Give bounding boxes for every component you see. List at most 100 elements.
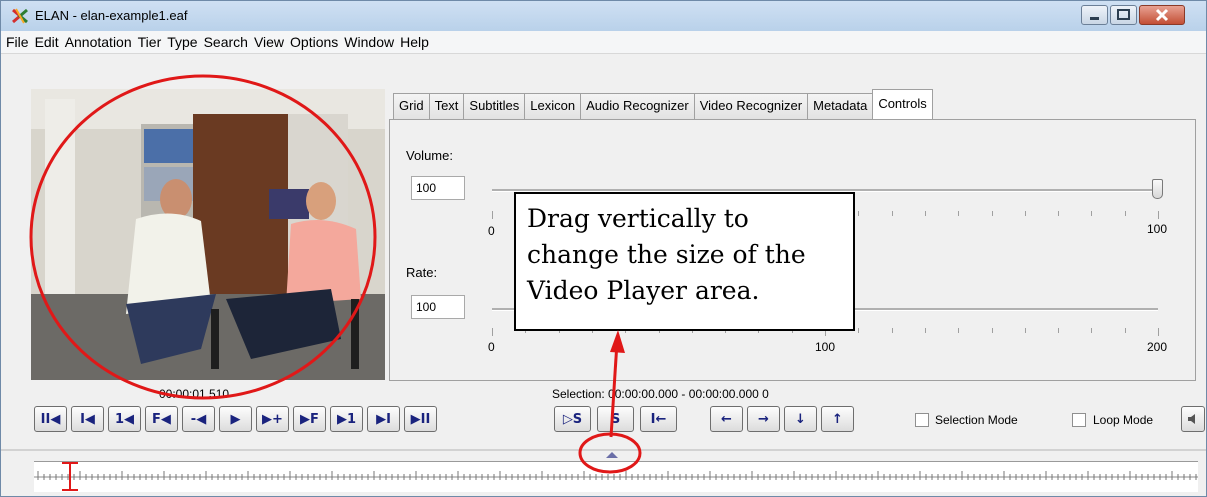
slider-tick [992, 328, 993, 333]
volume-input[interactable]: 100 [411, 176, 465, 200]
menu-edit[interactable]: Edit [32, 32, 62, 50]
arrow-button-4[interactable]: ↑ [821, 406, 854, 432]
player-button-glyph: ▶1 [336, 411, 357, 427]
slider-tick [1091, 211, 1092, 216]
arrow-button-3[interactable]: ↓ [784, 406, 817, 432]
elan-window: ELAN - elan-example1.eaf File Edit Annotat… [0, 0, 1207, 497]
slider-tick [1125, 328, 1126, 333]
video-player[interactable] [31, 89, 385, 380]
title-bar[interactable]: ELAN - elan-example1.eaf [1, 1, 1206, 31]
arrow-button-1[interactable]: ← [710, 406, 743, 432]
callout-line-3: Video Player area. [527, 276, 760, 305]
menu-help[interactable]: Help [397, 32, 432, 50]
slider-tick [1125, 211, 1126, 216]
menu-options[interactable]: Options [287, 32, 341, 50]
video-frame-image [31, 89, 385, 380]
player-button-9[interactable]: ▶1 [330, 406, 363, 432]
maximize-icon [1117, 9, 1130, 20]
selection-button-3[interactable]: I← [640, 406, 677, 432]
tab-metadata[interactable]: Metadata [807, 93, 874, 119]
slider-tick [1058, 211, 1059, 216]
close-icon [1155, 8, 1169, 22]
menu-type[interactable]: Type [164, 32, 200, 50]
slider-tick [892, 211, 893, 216]
arrow-button-glyph: → [758, 411, 769, 427]
menu-window[interactable]: Window [341, 32, 397, 50]
tab-text[interactable]: Text [428, 93, 465, 119]
arrow-button-2[interactable]: → [747, 406, 780, 432]
player-button-6[interactable]: ▶ [219, 406, 252, 432]
menu-tier[interactable]: Tier [135, 32, 165, 50]
tab-grid[interactable]: Grid [393, 93, 430, 119]
selection-button-glyph: ▷S [562, 411, 583, 427]
selection-mode-label: Selection Mode [935, 413, 1018, 427]
player-button-glyph: 1◀ [114, 411, 135, 427]
menu-search[interactable]: Search [201, 32, 251, 50]
player-button-8[interactable]: ▶F [293, 406, 326, 432]
player-button-11[interactable]: ▶II [404, 406, 437, 432]
volume-button[interactable] [1181, 406, 1205, 432]
menu-annotation[interactable]: Annotation [62, 32, 135, 50]
rate-mid-label: 100 [815, 340, 836, 354]
timeline-ruler[interactable] [34, 461, 1198, 492]
player-button-glyph: -◀ [190, 411, 207, 427]
media-time: 00:00:01.510 [159, 387, 230, 401]
slider-tick [925, 211, 926, 216]
tab-controls[interactable]: Controls [872, 89, 933, 119]
volume-min-label: 0 [488, 224, 495, 238]
player-button-7[interactable]: ▶+ [256, 406, 289, 432]
tab-lexicon[interactable]: Lexicon [524, 93, 582, 119]
slider-tick [858, 211, 859, 216]
maximize-button[interactable] [1110, 5, 1137, 25]
player-button-4[interactable]: F◀ [145, 406, 178, 432]
player-button-5[interactable]: -◀ [182, 406, 215, 432]
loop-mode-checkbox[interactable] [1072, 413, 1086, 427]
slider-tick [492, 328, 493, 336]
close-button[interactable] [1139, 5, 1185, 25]
player-button-glyph: F◀ [152, 411, 171, 427]
menu-bar: File Edit Annotation Tier Type Search View Opti… [1, 31, 1206, 54]
volume-label: Volume: [406, 148, 453, 163]
rate-input[interactable]: 100 [411, 295, 465, 319]
menu-file[interactable]: File [3, 32, 32, 50]
slider-tick [925, 328, 926, 333]
selection-readout: Selection: 00:00:00.000 - 00:00:00.000 0 [552, 387, 769, 401]
video-area-splitter[interactable] [1, 445, 1206, 458]
arrow-button-glyph: ↑ [832, 411, 843, 427]
slider-tick [492, 211, 493, 219]
rate-label: Rate: [406, 265, 438, 280]
loop-mode-label: Loop Mode [1093, 413, 1154, 427]
tab-subtitles[interactable]: Subtitles [463, 93, 526, 119]
arrow-button-glyph: ← [721, 411, 732, 427]
player-button-glyph: II◀ [40, 411, 61, 427]
slider-tick [1158, 328, 1159, 336]
player-button-2[interactable]: I◀ [71, 406, 104, 432]
player-button-1[interactable]: II◀ [34, 406, 67, 432]
slider-tick [958, 328, 959, 333]
speaker-icon [1188, 414, 1195, 424]
slider-tick [992, 211, 993, 216]
slider-tick [892, 328, 893, 333]
selection-button-1[interactable]: ▷S [554, 406, 591, 432]
player-button-10[interactable]: ▶I [367, 406, 400, 432]
minimize-icon [1090, 17, 1099, 20]
tab-video-recognizer[interactable]: Video Recognizer [693, 93, 809, 119]
selection-mode-checkbox[interactable] [915, 413, 929, 427]
selection-button-2[interactable]: S [597, 406, 634, 432]
player-button-3[interactable]: 1◀ [108, 406, 141, 432]
player-button-glyph: ▶II [410, 411, 431, 427]
selection-button-glyph: S [610, 411, 621, 427]
slider-tick [1058, 328, 1059, 333]
player-button-glyph: ▶F [300, 411, 319, 427]
slider-tick [1025, 328, 1026, 333]
tab-audio-recognizer[interactable]: Audio Recognizer [580, 93, 695, 119]
window-title: ELAN - elan-example1.eaf [35, 8, 188, 23]
slider-tick [858, 328, 859, 333]
slider-tick [958, 211, 959, 216]
selection-button-glyph: I← [650, 411, 667, 427]
volume-slider-thumb[interactable] [1152, 179, 1163, 199]
instruction-callout: Drag vertically to change the size of th… [514, 192, 855, 331]
minimize-button[interactable] [1081, 5, 1108, 25]
menu-view[interactable]: View [251, 32, 287, 50]
tab-strip: Grid Text Subtitles Lexicon Audio Recognizer… [393, 89, 933, 119]
